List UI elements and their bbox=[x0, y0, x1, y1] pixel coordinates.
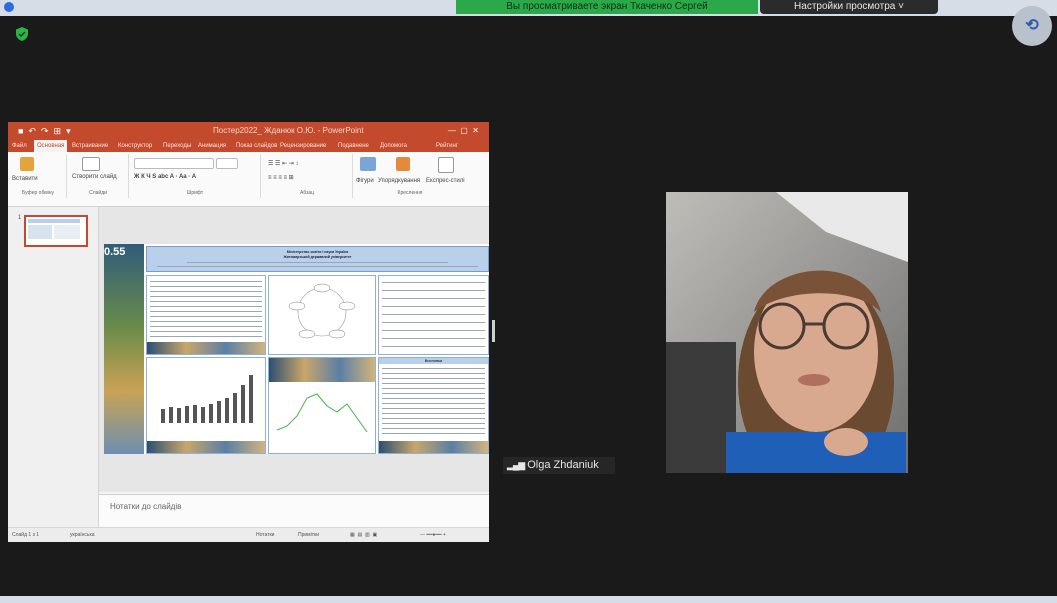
new-slide-icon[interactable] bbox=[82, 157, 100, 171]
tab-insert[interactable]: Встраивание bbox=[72, 140, 108, 152]
quick-styles-icon[interactable] bbox=[438, 157, 454, 173]
view-options-button[interactable]: Настройки просмотра ˅ bbox=[760, 0, 938, 14]
view-splitter-handle[interactable] bbox=[492, 320, 495, 342]
poster-header-line2: Житомирський державний університет bbox=[283, 255, 352, 259]
list-buttons[interactable]: ☰ ☰ ⇤ ⇥ ↕ bbox=[268, 160, 298, 167]
participant-name: Olga Zhdaniuk bbox=[527, 459, 599, 471]
tab-slideshow[interactable]: Показ слайдов bbox=[236, 140, 277, 152]
arrange-icon[interactable] bbox=[396, 157, 410, 171]
camera-switch-icon[interactable]: ⟲ bbox=[1012, 6, 1052, 46]
poster-bar-chart bbox=[146, 357, 266, 454]
tab-transitions[interactable]: Переходы bbox=[163, 140, 191, 152]
quick-access-toolbar[interactable]: ■ ↶ ↷ ⊞ ▾ bbox=[18, 122, 71, 140]
poster-conclusions-title: Висновки bbox=[379, 358, 488, 364]
drawing-label: Креслення bbox=[397, 190, 423, 196]
notes-pane[interactable] bbox=[99, 494, 489, 528]
poster-side-image: 0.55 bbox=[104, 244, 144, 454]
zoom-slider[interactable]: — ━━●━━ + bbox=[420, 528, 446, 542]
slide-thumbnail-pane bbox=[8, 207, 99, 527]
tab-rating[interactable]: Рейтинг bbox=[436, 140, 458, 152]
ppt-title-bar: ■ ↶ ↷ ⊞ ▾ Постер2022_ Жданюк О.Ю. - Powe… bbox=[8, 122, 489, 140]
shapes-button[interactable]: Фігури bbox=[356, 178, 374, 184]
font-format-buttons[interactable]: Ж К Ч S abc A · Aa · A bbox=[134, 174, 196, 180]
arrange-button[interactable]: Упорядкування bbox=[378, 178, 420, 184]
paste-button[interactable]: Вставити bbox=[12, 176, 38, 182]
status-bar: Слайд 1 з 1 українська Нотатки Примітки … bbox=[8, 527, 489, 542]
tab-file[interactable]: Файл bbox=[12, 140, 27, 152]
tab-review[interactable]: Рецензирование bbox=[280, 140, 326, 152]
app-status-icon bbox=[4, 2, 14, 12]
ppt-window-title: Постер2022_ Жданюк О.Ю. - PowerPoint bbox=[213, 126, 364, 135]
font-group: Ж К Ч S abc A · Aa · A Шрифт bbox=[130, 154, 261, 198]
tab-help[interactable]: Допомога bbox=[380, 140, 407, 152]
paragraph-label: Абзац bbox=[299, 190, 315, 196]
notes-placeholder: Нотатки до слайдів bbox=[110, 502, 182, 511]
poster-cycle-diagram bbox=[268, 275, 376, 355]
tab-animations[interactable]: Анимация bbox=[198, 140, 226, 152]
paste-icon[interactable] bbox=[20, 157, 34, 171]
poster-line-chart bbox=[268, 357, 376, 454]
poster-data-table bbox=[378, 275, 489, 355]
font-label: Шрифт bbox=[186, 190, 204, 196]
font-size-input[interactable] bbox=[216, 158, 238, 169]
bottom-strip bbox=[0, 596, 1057, 603]
participant-name-tag: ▂▄▆ Olga Zhdaniuk bbox=[503, 457, 615, 474]
shapes-icon[interactable] bbox=[360, 157, 376, 171]
slide-thumbnail[interactable] bbox=[24, 215, 88, 247]
slides-label: Слайди bbox=[89, 190, 107, 196]
poster-text-block bbox=[146, 275, 266, 355]
signal-icon: ▂▄▆ bbox=[507, 460, 525, 470]
tab-view[interactable]: Подавнене bbox=[338, 140, 369, 152]
slides-group: Створити слайд Слайди bbox=[68, 154, 129, 198]
window-controls[interactable]: — ▢ ✕ bbox=[448, 122, 479, 140]
shield-icon bbox=[16, 27, 28, 41]
poster-conclusions: Висновки bbox=[378, 357, 489, 454]
paragraph-group: ☰ ☰ ⇤ ⇥ ↕ ≡ ≡ ≡ ≡ ⊞ Абзац bbox=[262, 154, 353, 198]
poster-big-digits: 0.55 bbox=[104, 246, 126, 258]
tab-home[interactable]: Основная bbox=[34, 140, 68, 152]
screen-share-banner: Вы просматриваете экран Ткаченко Сергей bbox=[456, 0, 758, 14]
comments-toggle[interactable]: Примітки bbox=[298, 528, 319, 542]
drawing-group: Фігури Упорядкування Експрес-стилі Кресл… bbox=[354, 154, 466, 198]
poster-header: Міністерство освіти і науки України Жито… bbox=[146, 246, 489, 272]
language-status[interactable]: українська bbox=[70, 528, 95, 542]
notes-toggle[interactable]: Нотатки bbox=[256, 528, 274, 542]
quick-styles-button[interactable]: Експрес-стилі bbox=[426, 178, 465, 184]
font-name-input[interactable] bbox=[134, 158, 214, 169]
slide-count: Слайд 1 з 1 bbox=[12, 532, 40, 538]
ribbon: Вставити Буфер обміну Створити слайд Сла… bbox=[8, 152, 489, 207]
align-buttons[interactable]: ≡ ≡ ≡ ≡ ⊞ bbox=[268, 174, 294, 181]
tab-design[interactable]: Конструктор bbox=[118, 140, 152, 152]
participant-video[interactable] bbox=[666, 192, 908, 473]
clipboard-label: Буфер обміну bbox=[21, 190, 55, 196]
clipboard-group: Вставити Буфер обміну bbox=[10, 154, 67, 198]
ribbon-tabs: Файл Основная Встраивание Конструктор Пе… bbox=[8, 140, 489, 152]
view-buttons[interactable]: ▦ ▤ ▥ ▣ bbox=[350, 528, 377, 542]
slide-number: 1 bbox=[18, 215, 22, 221]
poster-header-line1: Міністерство освіти і науки України bbox=[286, 250, 349, 254]
new-slide-button[interactable]: Створити слайд bbox=[72, 174, 117, 180]
